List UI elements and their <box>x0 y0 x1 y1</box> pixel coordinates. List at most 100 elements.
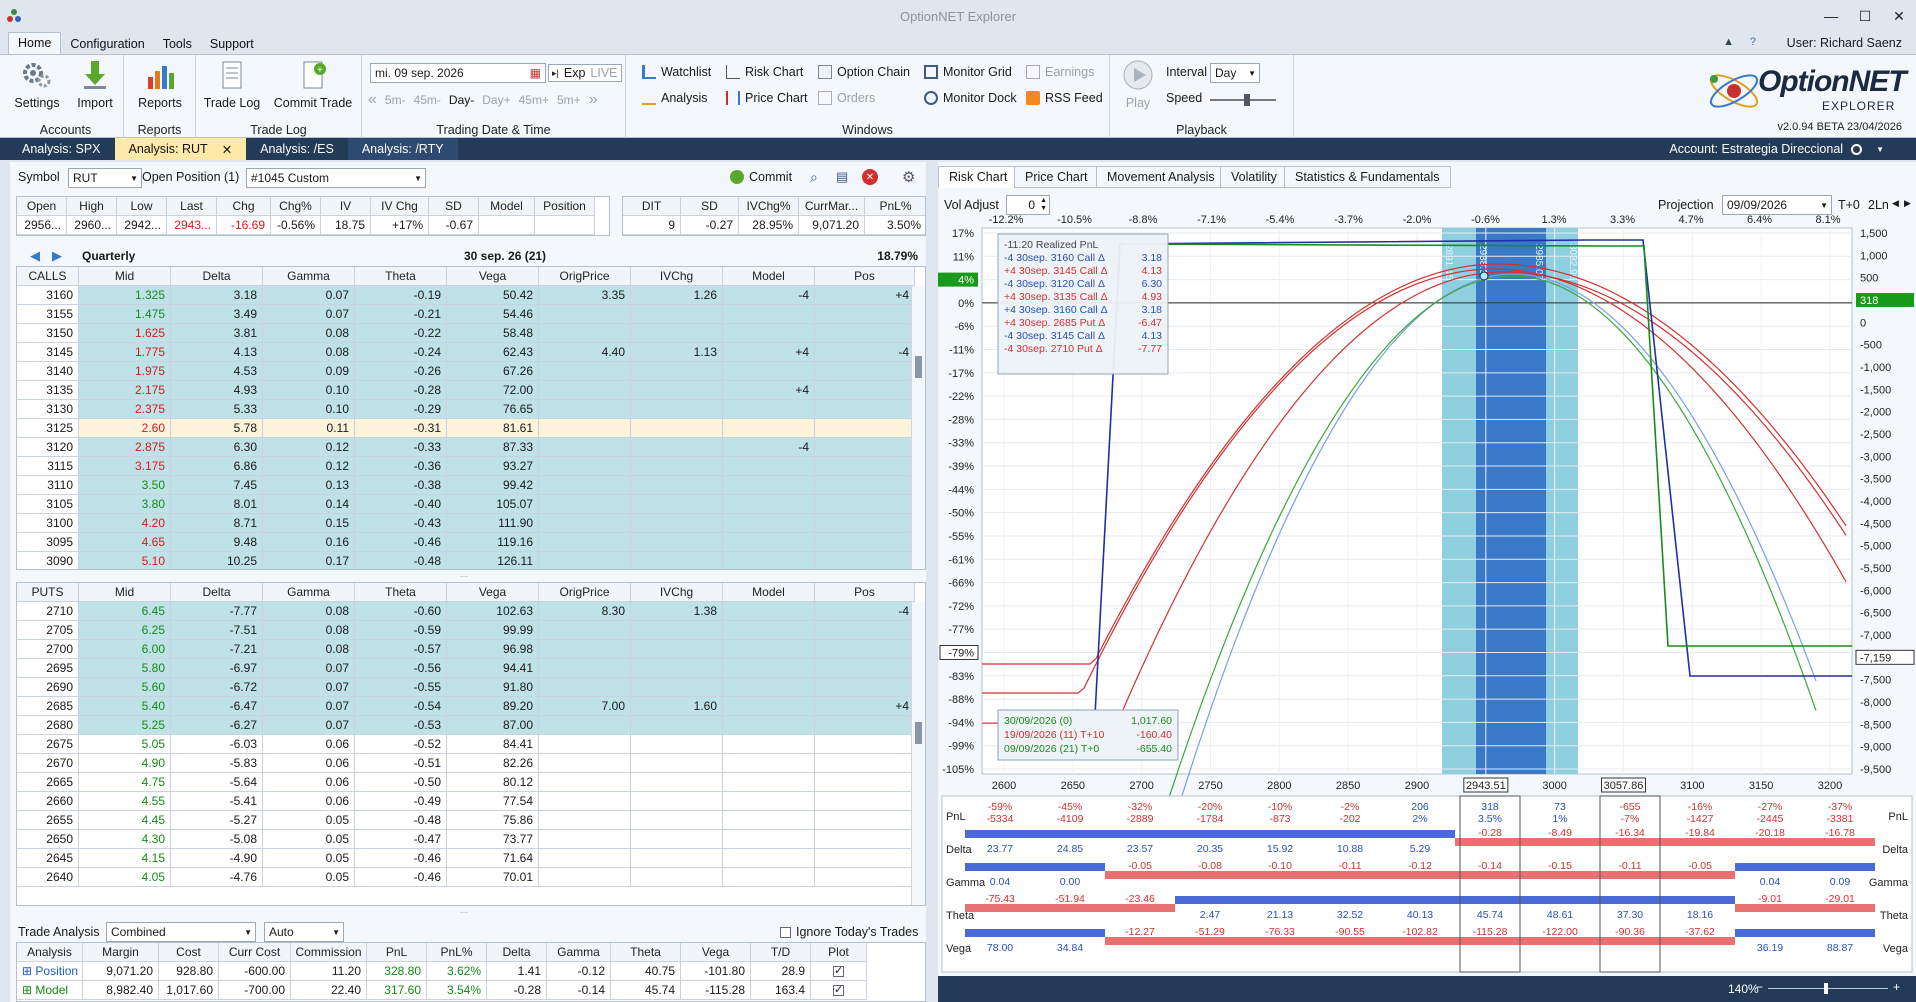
step-5m-back[interactable]: 5m- <box>385 93 406 107</box>
menu-configuration[interactable]: Configuration <box>61 34 153 54</box>
exp-toggle[interactable]: ▸| Exp LIVE <box>548 64 622 82</box>
tab-price-chart[interactable]: Price Chart <box>1014 166 1099 188</box>
chain-row[interactable]: 3115 3.175 6.86 0.12 -0.36 93.27 <box>17 457 915 476</box>
step-day-fwd[interactable]: Day+ <box>482 93 510 107</box>
chain-row[interactable]: 2655 4.45 -5.27 0.05 -0.48 75.86 <box>17 811 915 830</box>
tab-analysis-rut[interactable]: Analysis: RUT ✕ <box>114 138 247 160</box>
chain-row[interactable]: 3120 2.875 6.30 0.12 -0.33 87.33 -4 <box>17 438 915 457</box>
tab-statistics[interactable]: Statistics & Fundamentals <box>1284 166 1451 188</box>
chain-row[interactable]: 3090 5.10 10.25 0.17 -0.48 126.11 <box>17 552 915 569</box>
chain-row[interactable]: 2680 5.25 -6.27 0.07 -0.53 87.00 <box>17 716 915 735</box>
tab-analysis-spx[interactable]: Analysis: SPX <box>8 138 115 160</box>
tab-risk-chart[interactable]: Risk Chart <box>938 166 1019 188</box>
spinner-icon[interactable]: ▲ ▼ <box>1040 197 1047 213</box>
chain-row[interactable]: 3150 1.625 3.81 0.08 -0.22 58.48 <box>17 324 915 343</box>
trading-date-input[interactable]: mi. 09 sep. 2026 ▦ <box>370 63 546 83</box>
menu-support[interactable]: Support <box>201 34 263 54</box>
vol-adjust-input[interactable]: 0 ▲ ▼ <box>1006 195 1050 215</box>
settings-button[interactable]: Settings <box>14 59 60 110</box>
menu-tools[interactable]: Tools <box>154 34 201 54</box>
step-45m-fwd[interactable]: 45m+ <box>519 93 549 107</box>
chain-row[interactable]: 2685 5.40 -6.47 0.07 -0.54 89.20 7.00 1.60 +4 <box>17 697 915 716</box>
zoom-slider[interactable] <box>1768 983 1888 994</box>
interval-select[interactable]: Day ▼ <box>1210 63 1260 83</box>
chain-row[interactable]: 2690 5.60 -6.72 0.07 -0.55 91.80 <box>17 678 915 697</box>
chain-row[interactable]: 2665 4.75 -5.64 0.06 -0.50 80.12 <box>17 773 915 792</box>
trade-analysis-row[interactable]: ⊞ Position 9,071.20 928.80 -600.00 11.20 328.… <box>17 962 867 981</box>
zoom-in-icon[interactable]: + <box>1893 980 1900 994</box>
trade-analysis-row[interactable]: ⊞ Model 8,982.40 1,017.60 -700.00 22.40 317.6… <box>17 981 867 1000</box>
scroll-thumb[interactable] <box>915 356 922 378</box>
play-button[interactable]: Play <box>1118 59 1158 110</box>
risk-chart-svg[interactable]: 17% 11% 4% 0% -6% -11% -17% -22% -28% -33% -39% -44… <box>938 214 1916 974</box>
chain-row[interactable]: 2660 4.55 -5.41 0.06 -0.49 77.54 <box>17 792 915 811</box>
zoom-thumb[interactable] <box>1824 983 1828 994</box>
slider-thumb[interactable] <box>1244 94 1250 106</box>
chain-row[interactable]: 2675 5.05 -6.03 0.06 -0.52 84.41 <box>17 735 915 754</box>
tab-analysis-es[interactable]: Analysis: /ES <box>246 138 348 160</box>
close-icon[interactable]: ✕ <box>1882 4 1916 28</box>
calendar-icon[interactable]: ▦ <box>530 66 541 80</box>
step-day-back[interactable]: Day- <box>449 93 474 107</box>
chain-row[interactable]: 3105 3.80 8.01 0.14 -0.40 105.07 <box>17 495 915 514</box>
tab-analysis-rty[interactable]: Analysis: /RTY <box>347 138 458 160</box>
chain-row[interactable]: 3130 2.375 5.33 0.10 -0.29 76.65 <box>17 400 915 419</box>
reports-button[interactable]: Reports <box>132 59 188 110</box>
ignore-today-checkbox[interactable]: Ignore Today's Trades <box>780 925 918 939</box>
chain-row[interactable]: 3145 1.775 4.13 0.08 -0.24 62.43 4.40 1.13 +4 -4 <box>17 343 915 362</box>
calls-scrollbar[interactable] <box>911 286 925 569</box>
monitor-grid-button[interactable]: Monitor Grid <box>924 65 1012 79</box>
tab-movement-analysis[interactable]: Movement Analysis <box>1096 166 1226 188</box>
chain-row[interactable]: 2670 4.90 -5.83 0.06 -0.51 82.26 <box>17 754 915 773</box>
next-date-icon[interactable]: ▶ <box>1904 198 1911 209</box>
settings-gear-icon[interactable]: ⚙ <box>902 168 915 186</box>
maximize-icon[interactable]: ☐ <box>1848 4 1882 28</box>
chain-row[interactable]: 3100 4.20 8.71 0.15 -0.43 111.90 <box>17 514 915 533</box>
orders-button[interactable]: Orders <box>818 91 875 105</box>
option-chain-button[interactable]: Option Chain <box>818 65 910 79</box>
help-icon[interactable]: ? <box>1750 36 1756 48</box>
import-button[interactable]: Import <box>72 59 118 110</box>
chain-row[interactable]: 2700 6.00 -7.21 0.08 -0.57 96.98 <box>17 640 915 659</box>
collapse-ribbon-icon[interactable]: ▲ <box>1723 36 1734 48</box>
fast-forward-icon[interactable]: » <box>589 91 598 109</box>
chain-row[interactable]: 3140 1.975 4.53 0.09 -0.26 67.26 <box>17 362 915 381</box>
menu-home[interactable]: Home <box>8 32 62 54</box>
chain-row[interactable]: 2650 4.30 -5.08 0.05 -0.47 73.77 <box>17 830 915 849</box>
prev-date-icon[interactable]: ◀ <box>1892 198 1899 209</box>
next-expiry-icon[interactable]: ▶ <box>52 248 62 264</box>
trade-analysis-mode-select[interactable]: Combined ▼ <box>106 922 256 942</box>
commit-trade-button[interactable]: + Commit Trade <box>268 59 358 110</box>
step-45m-back[interactable]: 45m- <box>414 93 441 107</box>
chain-row[interactable]: 2710 6.45 -7.77 0.08 -0.60 102.63 8.30 1.38 -4 <box>17 602 915 621</box>
chain-row[interactable]: 3095 4.65 9.48 0.16 -0.46 119.16 <box>17 533 915 552</box>
close-tab-icon[interactable]: ✕ <box>222 142 232 157</box>
search-icon[interactable]: ⌕ <box>810 169 818 186</box>
tab-volatility[interactable]: Volatility <box>1220 166 1288 188</box>
columns-icon[interactable]: ▤ <box>836 169 848 185</box>
chain-row[interactable]: 3160 1.325 3.18 0.07 -0.19 50.42 3.35 1.26 -4 +4 <box>17 286 915 305</box>
checkbox[interactable] <box>780 926 791 938</box>
puts-scrollbar[interactable] <box>911 602 925 905</box>
rewind-icon[interactable]: « <box>368 91 377 109</box>
chain-row[interactable]: 2705 6.25 -7.51 0.08 -0.59 99.99 <box>17 621 915 640</box>
chain-row[interactable]: 3110 3.50 7.45 0.13 -0.38 99.42 <box>17 476 915 495</box>
analysis-button[interactable]: Analysis <box>642 91 708 105</box>
symbol-select[interactable]: RUT ▼ <box>68 168 142 188</box>
chain-row[interactable]: 2695 5.80 -6.97 0.07 -0.56 94.41 <box>17 659 915 678</box>
trade-analysis-scale-select[interactable]: Auto ▼ <box>264 922 344 942</box>
splitter-grip[interactable]: ⋯ <box>460 908 468 917</box>
zoom-out-icon[interactable]: − <box>1756 980 1763 994</box>
plot-checkbox[interactable] <box>833 964 844 977</box>
commit-button[interactable]: Commit <box>730 170 792 184</box>
chain-row[interactable]: 3125 2.60 5.78 0.11 -0.31 81.61 <box>17 419 915 438</box>
monitor-dock-button[interactable]: Monitor Dock <box>924 91 1017 105</box>
minimize-icon[interactable]: — <box>1814 4 1848 28</box>
delete-icon[interactable]: ✕ <box>862 169 878 185</box>
projection-date-input[interactable]: 09/09/2026 ▼ <box>1722 195 1832 215</box>
prev-expiry-icon[interactable]: ◀ <box>30 248 40 264</box>
trade-log-button[interactable]: Trade Log <box>202 59 262 110</box>
earnings-button[interactable]: Earnings <box>1026 65 1094 79</box>
account-selector[interactable]: Account: Estrategia Direccional ▼ <box>1669 142 1884 156</box>
open-position-select[interactable]: #1045 Custom ▼ <box>246 168 426 188</box>
